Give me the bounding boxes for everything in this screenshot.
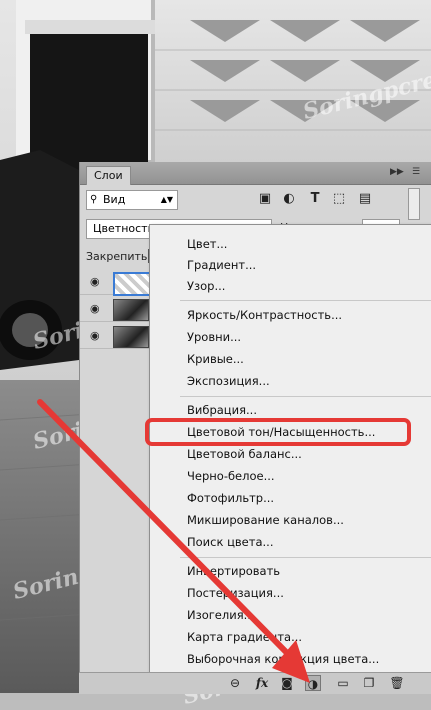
visibility-eye-icon[interactable]: ◉ — [90, 303, 102, 315]
layer-filter-select[interactable]: ⚲ Вид ▲▼ — [86, 190, 178, 210]
type-filter-icon[interactable]: T — [306, 190, 324, 208]
menu-item-exposure[interactable]: Экспозиция... — [187, 374, 270, 388]
search-icon: ⚲ — [90, 194, 98, 205]
menu-item-levels[interactable]: Уровни... — [187, 330, 241, 344]
menu-item-channel-mixer[interactable]: Микширование каналов... — [187, 513, 344, 527]
layer-row[interactable]: ◉ — [80, 297, 152, 322]
menu-item-photo-filter[interactable]: Фотофильтр... — [187, 491, 274, 505]
menu-item-invert[interactable]: Инвертировать — [187, 564, 280, 578]
collapse-icon[interactable]: ▶▶ — [390, 167, 404, 177]
link-icon[interactable]: ⊖ — [227, 675, 243, 691]
menu-item-curves[interactable]: Кривые... — [187, 352, 244, 366]
menu-separator — [180, 396, 431, 397]
menu-item-color-balance[interactable]: Цветовой баланс... — [187, 447, 302, 461]
smart-object-filter-icon[interactable]: ▤ — [356, 190, 374, 208]
layer-thumbnail — [113, 272, 151, 296]
layer-thumbnail — [113, 299, 149, 321]
scrollbar[interactable] — [408, 188, 420, 220]
fx-icon[interactable]: fx — [254, 675, 270, 691]
menu-item-selective-color[interactable]: Выборочная коррекция цвета... — [187, 652, 379, 666]
menu-item-black-white[interactable]: Черно-белое... — [187, 469, 275, 483]
menu-separator — [180, 557, 431, 558]
pixel-filter-icon[interactable]: ▣ — [256, 190, 274, 208]
new-layer-icon[interactable]: ❐ — [361, 675, 377, 691]
panel-menu-icon[interactable]: ☰ — [412, 167, 420, 177]
highlight-box — [145, 418, 411, 446]
layers-bottom-bar: ⊖ fx ◙ ◑ ▭ ❐ 🗑 — [79, 672, 431, 694]
menu-item-color-lookup[interactable]: Поиск цвета... — [187, 535, 273, 549]
menu-item-posterize[interactable]: Постеризация... — [187, 586, 284, 600]
filter-label: Вид — [103, 193, 126, 206]
adjustment-filter-icon[interactable]: ◐ — [280, 190, 298, 208]
layer-thumbnail — [113, 326, 149, 348]
chevron-down-icon: ▲▼ — [160, 195, 173, 204]
menu-item-pattern[interactable]: Узор... — [187, 279, 225, 293]
mask-icon[interactable]: ◙ — [279, 675, 295, 691]
filter-row: ⚲ Вид ▲▼ ▣ ◐ T ⬚ ▤ — [80, 188, 431, 210]
menu-item-brightness-contrast[interactable]: Яркость/Контрастность... — [187, 308, 342, 322]
shape-filter-icon[interactable]: ⬚ — [330, 190, 348, 208]
layer-row[interactable]: ◉ — [80, 324, 152, 349]
layer-row[interactable]: ◉ — [80, 270, 152, 296]
adjustment-layer-icon[interactable]: ◑ — [305, 675, 321, 691]
panel-titlebar: Слои ▶▶ ☰ — [80, 162, 431, 185]
adjustment-menu: Цвет... Градиент... Узор... Яркость/Конт… — [149, 224, 431, 674]
menu-item-vibrance[interactable]: Вибрация... — [187, 403, 257, 417]
menu-item-color[interactable]: Цвет... — [187, 237, 227, 251]
visibility-eye-icon[interactable]: ◉ — [90, 330, 102, 342]
group-folder-icon[interactable]: ▭ — [335, 675, 351, 691]
menu-item-gradient-map[interactable]: Карта градиента... — [187, 630, 302, 644]
menu-separator — [180, 300, 431, 301]
lock-label: Закрепить: — [86, 250, 152, 263]
trash-icon[interactable]: 🗑 — [389, 675, 405, 691]
blend-mode-value: Цветность — [93, 222, 155, 235]
menu-item-threshold[interactable]: Изогелия... — [187, 608, 255, 622]
tab-layers[interactable]: Слои — [86, 166, 131, 185]
menu-item-gradient[interactable]: Градиент... — [187, 258, 256, 272]
visibility-eye-icon[interactable]: ◉ — [90, 276, 102, 288]
